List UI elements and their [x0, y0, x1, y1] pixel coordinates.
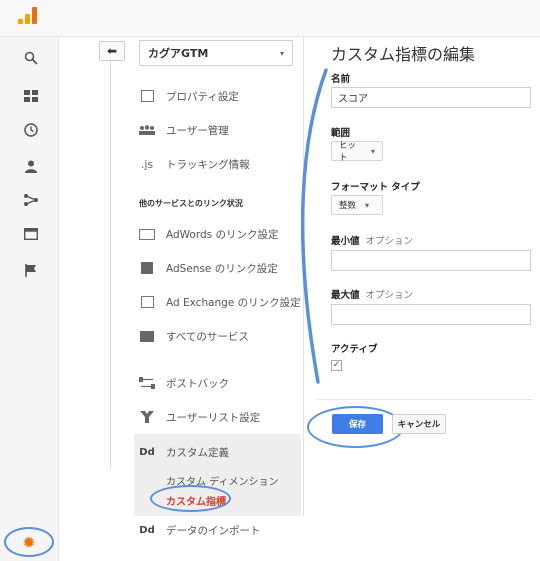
- sidebar-item-label: Ad Exchange のリンク設定: [166, 296, 301, 309]
- min-value-label: 最小値 オプション: [331, 233, 413, 247]
- annotation-arc: [300, 68, 328, 384]
- property-selector[interactable]: カグアGTM ▾: [139, 40, 293, 66]
- clock-icon[interactable]: [20, 119, 42, 141]
- dd-icon: Dd: [139, 524, 155, 536]
- back-arrow-icon: ⬅: [106, 44, 118, 58]
- flag-icon[interactable]: [20, 259, 42, 281]
- left-nav-rail: [0, 37, 59, 561]
- sidebar-item-label: トラッキング情報: [166, 158, 250, 171]
- name-label: 名前: [331, 74, 351, 85]
- sidebar-item-label: AdSense のリンク設定: [166, 262, 278, 275]
- browser-icon[interactable]: [20, 223, 42, 245]
- chevron-down-icon: ▾: [370, 146, 375, 156]
- sidebar-item-user-list[interactable]: ユーザーリスト設定: [139, 407, 260, 427]
- optional-hint: オプション: [365, 290, 414, 301]
- save-button[interactable]: 保存: [332, 414, 383, 434]
- sidebar-item-adwords[interactable]: AdWords のリンク設定: [139, 224, 278, 244]
- max-value-label-text: 最大値: [331, 290, 360, 301]
- gear-icon: ✹: [22, 532, 36, 552]
- adexchange-icon: [139, 295, 155, 309]
- highlight-circle-metric: [150, 485, 231, 512]
- analytics-logo-icon[interactable]: [18, 6, 38, 24]
- property-icon: [139, 89, 155, 103]
- min-value-field[interactable]: [331, 250, 531, 271]
- sidebar-item-postback[interactable]: ポストバック: [139, 373, 229, 393]
- section-label-linked-services: 他のサービスとのリンク状況: [139, 199, 243, 208]
- cancel-button[interactable]: キャンセル: [392, 414, 446, 434]
- panel-divider: [303, 36, 304, 516]
- dd-icon: Dd: [139, 446, 155, 458]
- search-icon[interactable]: [20, 47, 42, 69]
- postback-icon: [139, 376, 155, 390]
- sidebar-item-adsense[interactable]: AdSense のリンク設定: [139, 258, 278, 278]
- property-name: カグアGTM: [148, 47, 209, 60]
- active-label: アクティブ: [331, 344, 378, 355]
- scope-label: 範囲: [331, 128, 351, 139]
- sidebar-item-custom-definition[interactable]: Dd カスタム定義: [139, 442, 229, 462]
- sidebar-item-user-management[interactable]: ユーザー管理: [139, 120, 229, 140]
- page-title: カスタム指標の編集: [331, 45, 476, 64]
- chevron-down-icon: ▾: [279, 48, 284, 58]
- name-field[interactable]: スコア: [331, 87, 531, 108]
- users-icon: [139, 123, 155, 137]
- share-icon[interactable]: [20, 189, 42, 211]
- format-type-label: フォーマット タイプ: [331, 182, 420, 193]
- services-icon: [139, 329, 155, 343]
- format-type-select[interactable]: 整数 ▾: [331, 195, 383, 215]
- admin-settings-button[interactable]: ✹: [4, 527, 54, 557]
- person-icon[interactable]: [20, 155, 42, 177]
- sidebar-item-property-settings[interactable]: プロパティ設定: [139, 86, 239, 106]
- js-icon: .js: [140, 157, 154, 171]
- sidebar-item-all-services[interactable]: すべてのサービス: [139, 326, 249, 346]
- sidebar-item-adexchange[interactable]: Ad Exchange のリンク設定: [139, 292, 301, 312]
- sidebar-item-label: すべてのサービス: [166, 330, 249, 343]
- sidebar-item-label: ユーザー管理: [166, 124, 229, 137]
- adsense-icon: [139, 261, 155, 275]
- back-button[interactable]: ⬅: [99, 41, 125, 61]
- tree-line: [110, 58, 111, 468]
- optional-hint: オプション: [365, 236, 414, 247]
- dashboard-icon[interactable]: [20, 85, 42, 107]
- sidebar-item-label: ユーザーリスト設定: [166, 411, 261, 424]
- scope-value: ヒット: [339, 141, 357, 163]
- format-value: 整数: [339, 201, 357, 211]
- sidebar-item-label: カスタム定義: [166, 446, 229, 459]
- max-value-label: 最大値 オプション: [331, 287, 413, 301]
- sidebar-item-label: ポストバック: [166, 377, 229, 390]
- sidebar-item-data-import[interactable]: Dd データのインポート: [139, 520, 261, 540]
- scope-select[interactable]: ヒット ▾: [331, 141, 383, 163]
- filter-icon: [139, 410, 155, 424]
- top-bar: [0, 0, 540, 37]
- sidebar-item-tracking-info[interactable]: .js トラッキング情報: [139, 154, 250, 174]
- sidebar-item-label: プロパティ設定: [166, 90, 239, 103]
- form-divider: [317, 399, 533, 400]
- sidebar-item-label: データのインポート: [166, 524, 261, 537]
- chevron-down-icon: ▾: [365, 200, 370, 210]
- min-value-label-text: 最小値: [331, 236, 360, 247]
- active-checkbox[interactable]: ✓: [331, 360, 342, 371]
- adwords-icon: [139, 227, 155, 241]
- max-value-field[interactable]: [331, 304, 531, 325]
- sidebar-item-label: AdWords のリンク設定: [166, 228, 279, 241]
